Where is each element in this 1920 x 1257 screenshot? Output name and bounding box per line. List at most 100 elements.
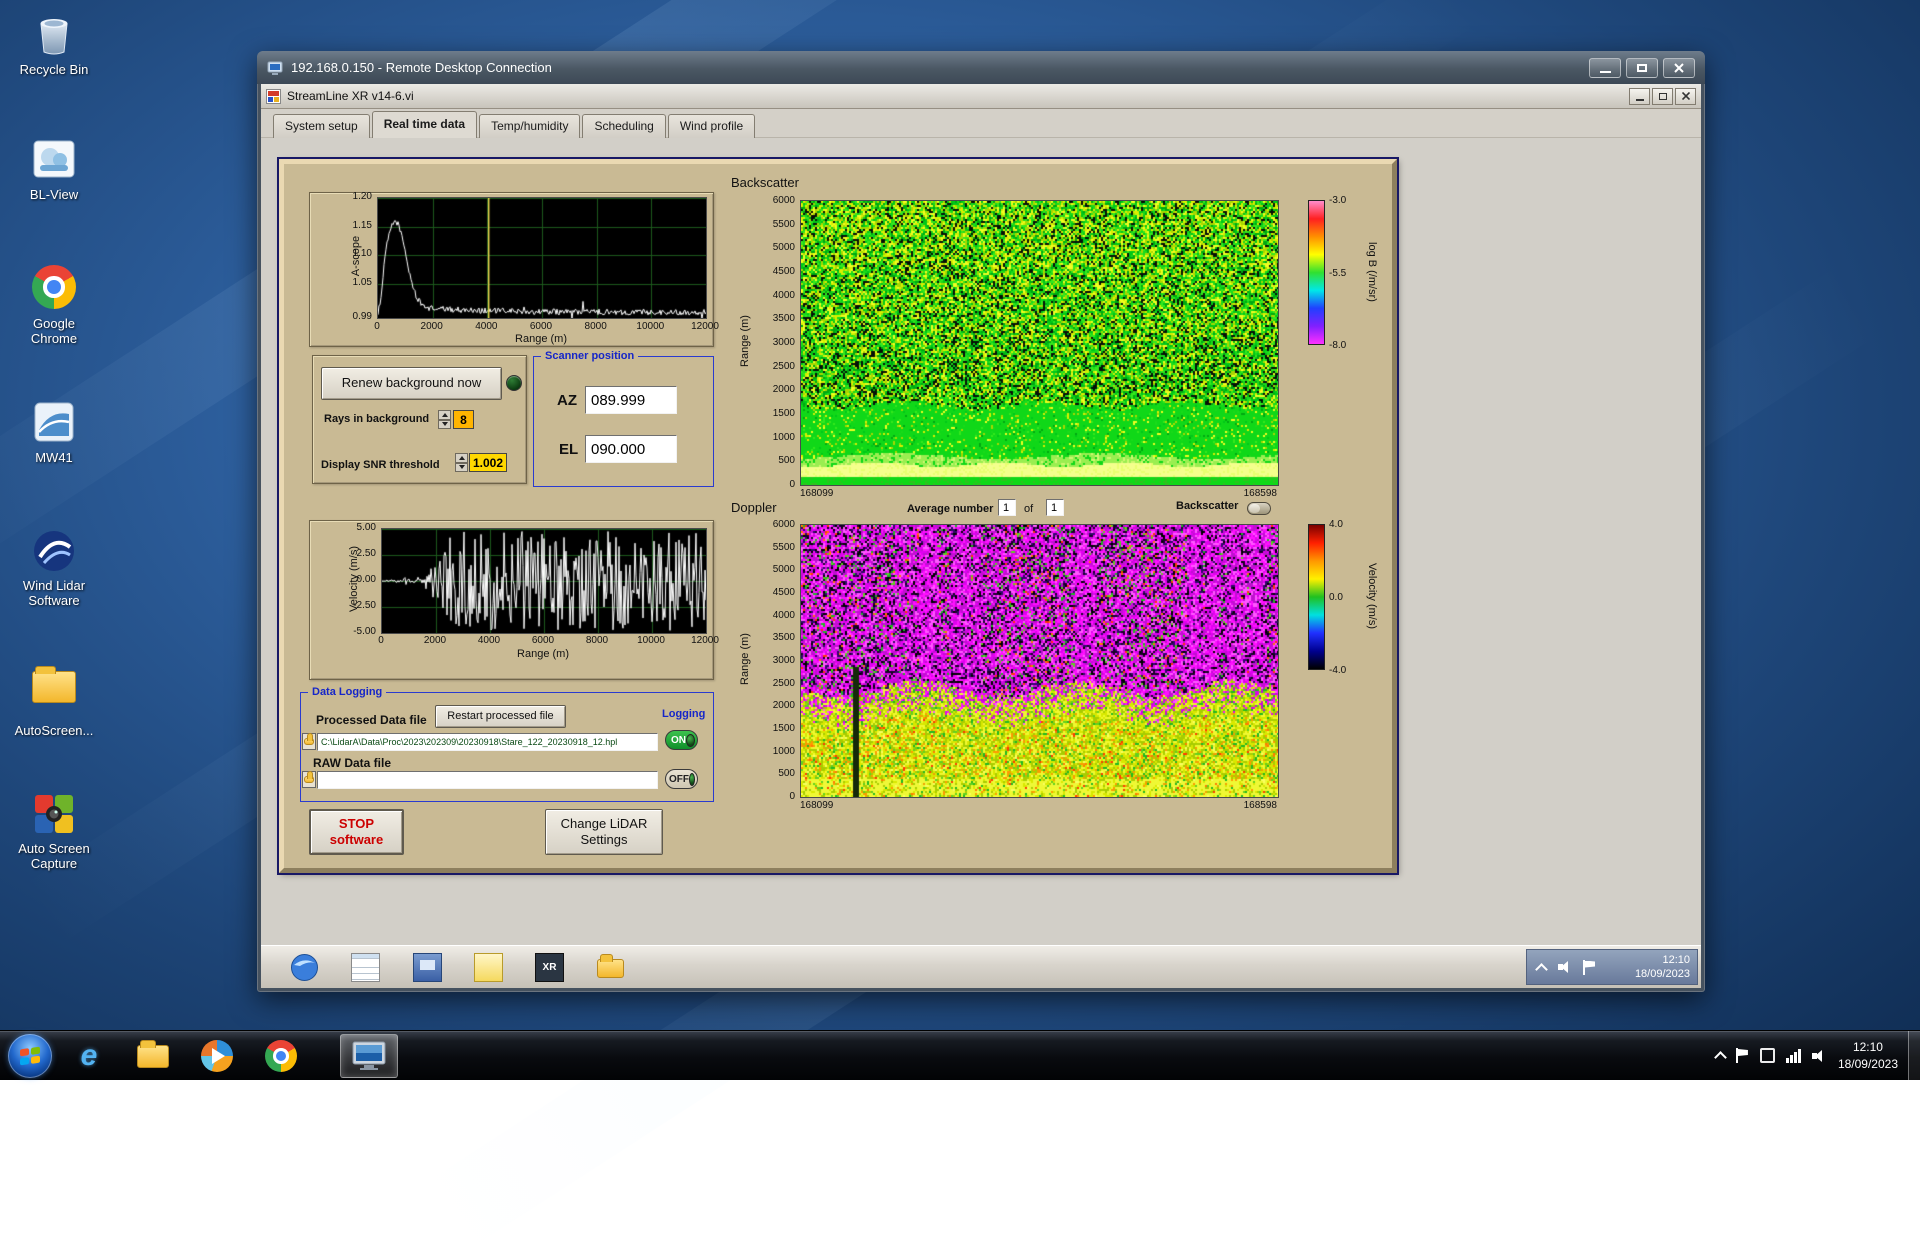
tick-label: 12000 [691, 635, 719, 646]
tab-scheduling[interactable]: Scheduling [582, 114, 665, 138]
desktop-icon-auto-screen-capture[interactable]: Auto Screen Capture [8, 790, 100, 872]
remote-taskbar-note-icon[interactable] [474, 953, 503, 982]
rdp-close-button[interactable] [1663, 58, 1695, 78]
processed-path-browse-button[interactable] [302, 733, 316, 750]
off-label: OFF [669, 774, 689, 785]
tab-wind-profile[interactable]: Wind profile [668, 114, 755, 138]
average-number-field-1[interactable]: 1 [998, 499, 1016, 516]
tick-label: 6000 [773, 195, 795, 206]
decrement-icon [459, 465, 465, 469]
start-button[interactable] [8, 1034, 52, 1078]
desktop-icon-recycle-bin[interactable]: Recycle Bin [8, 10, 100, 78]
tick-label: 168598 [1244, 800, 1277, 811]
tick-label: 168099 [800, 488, 833, 499]
snr-stepper[interactable] [455, 453, 468, 472]
az-label: AZ [557, 392, 577, 409]
tab-temp-humidity[interactable]: Temp/humidity [479, 114, 580, 138]
taskbar-ie-button[interactable]: e [64, 1034, 114, 1078]
raw-logging-toggle[interactable]: OFF [665, 769, 698, 789]
vi-panel-background: 1.201.151.101.050.9902000400060008000100… [261, 138, 1701, 945]
folder-icon [304, 738, 314, 745]
volume-icon[interactable] [1812, 1049, 1827, 1063]
taskbar-rdp-button[interactable] [340, 1034, 398, 1078]
remote-taskbar-notepad-icon[interactable] [351, 953, 380, 982]
tick-label: -5.5 [1329, 268, 1346, 279]
chrome-icon [265, 1040, 297, 1072]
vi-minimize-button[interactable] [1629, 88, 1650, 105]
vi-close-button[interactable] [1675, 88, 1696, 105]
rays-stepper[interactable] [438, 410, 451, 429]
hidden-icons-caret[interactable] [1535, 963, 1548, 976]
close-icon [1682, 92, 1690, 100]
tick-label: 5000 [773, 564, 795, 575]
host-taskbar: e 12:10 18/09/2023 [0, 1030, 1920, 1080]
restore-icon [1659, 93, 1667, 100]
remote-clock-time: 12:10 [1635, 953, 1690, 967]
restart-processed-file-button[interactable]: Restart processed file [435, 705, 566, 728]
taskbar-media-player-button[interactable] [192, 1034, 242, 1078]
raw-path-field[interactable] [317, 771, 658, 789]
on-label: ON [671, 735, 686, 746]
desktop-icon-autoscreen-folder[interactable]: AutoScreen... [8, 661, 100, 739]
volume-icon[interactable] [1558, 960, 1573, 974]
remote-clock-date: 18/09/2023 [1635, 967, 1690, 981]
tick-label: 0 [374, 321, 380, 332]
tab-system-setup[interactable]: System setup [273, 114, 370, 138]
remote-taskbar-folder-icon[interactable] [597, 953, 626, 982]
change-lidar-settings-button[interactable]: Change LiDAR Settings [545, 809, 663, 855]
tab-real-time-data[interactable]: Real time data [372, 111, 477, 138]
tick-label: 10000 [637, 635, 665, 646]
desktop-icon-label: AutoScreen... [13, 724, 95, 739]
desktop-icon-label: Google Chrome [13, 317, 95, 347]
tick-label: 500 [778, 768, 795, 779]
tick-label: 4500 [773, 266, 795, 277]
desktop-icon-google-chrome[interactable]: Google Chrome [8, 263, 100, 347]
remote-taskbar-app-icon[interactable] [413, 953, 442, 982]
notification-flag-icon[interactable] [1583, 960, 1596, 975]
vi-restore-button[interactable] [1652, 88, 1673, 105]
remote-clock[interactable]: 12:10 18/09/2023 [1635, 953, 1697, 982]
average-number-label: Average number [907, 503, 993, 515]
xr-label: XR [543, 962, 557, 973]
network-icon[interactable] [1786, 1049, 1801, 1063]
raw-path-browse-button[interactable] [302, 771, 316, 788]
show-desktop-button[interactable] [1908, 1031, 1920, 1080]
display-icon[interactable] [1760, 1048, 1775, 1063]
az-field[interactable]: 089.999 [585, 386, 677, 414]
backscatter-heatmap [800, 200, 1279, 486]
hidden-icons-caret[interactable] [1714, 1051, 1727, 1064]
rays-value[interactable]: 8 [453, 410, 474, 429]
remote-taskbar-browser-icon[interactable] [290, 953, 319, 982]
vi-titlebar[interactable]: StreamLine XR v14-6.vi [261, 84, 1701, 109]
tick-label: -4.0 [1329, 665, 1346, 676]
rdp-maximize-button[interactable] [1626, 58, 1658, 78]
snr-value[interactable]: 1.002 [469, 453, 507, 472]
remote-taskbar-xr-icon[interactable]: XR [535, 953, 564, 982]
tick-label: 2000 [424, 635, 446, 646]
taskbar-clock[interactable]: 12:10 18/09/2023 [1838, 1039, 1898, 1071]
desktop: Recycle Bin BL-View Google Chrome MW41 W… [0, 0, 1920, 1080]
snr-threshold-label: Display SNR threshold [321, 459, 440, 471]
taskbar-chrome-button[interactable] [256, 1034, 306, 1078]
rdp-minimize-button[interactable] [1589, 58, 1621, 78]
tick-label: -8.0 [1329, 340, 1346, 351]
taskbar-explorer-button[interactable] [128, 1034, 178, 1078]
rdp-titlebar[interactable]: 192.168.0.150 - Remote Desktop Connectio… [257, 51, 1705, 84]
tick-label: 500 [778, 455, 795, 466]
tick-label: 1500 [773, 408, 795, 419]
tick-label: 4000 [478, 635, 500, 646]
tick-label: 2000 [421, 321, 443, 332]
processed-logging-toggle[interactable]: ON [665, 730, 698, 750]
tick-label: 1000 [773, 432, 795, 443]
processed-path-field[interactable]: C:\LidarA\Data\Proc\2023\202309\20230918… [317, 733, 658, 751]
stop-software-button[interactable]: STOP software [309, 809, 404, 855]
desktop-icon-bl-view[interactable]: BL-View [8, 135, 100, 203]
el-field[interactable]: 090.000 [585, 435, 677, 463]
desktop-icon-wind-lidar[interactable]: Wind Lidar Software [8, 527, 100, 609]
remote-system-tray: 12:10 18/09/2023 [1526, 949, 1698, 985]
renew-background-button[interactable]: Renew background now [321, 367, 502, 400]
backscatter-doppler-toggle[interactable] [1247, 502, 1271, 515]
action-center-flag-icon[interactable] [1736, 1048, 1749, 1063]
desktop-icon-mw41[interactable]: MW41 [8, 398, 100, 466]
average-number-field-2[interactable]: 1 [1046, 499, 1064, 516]
